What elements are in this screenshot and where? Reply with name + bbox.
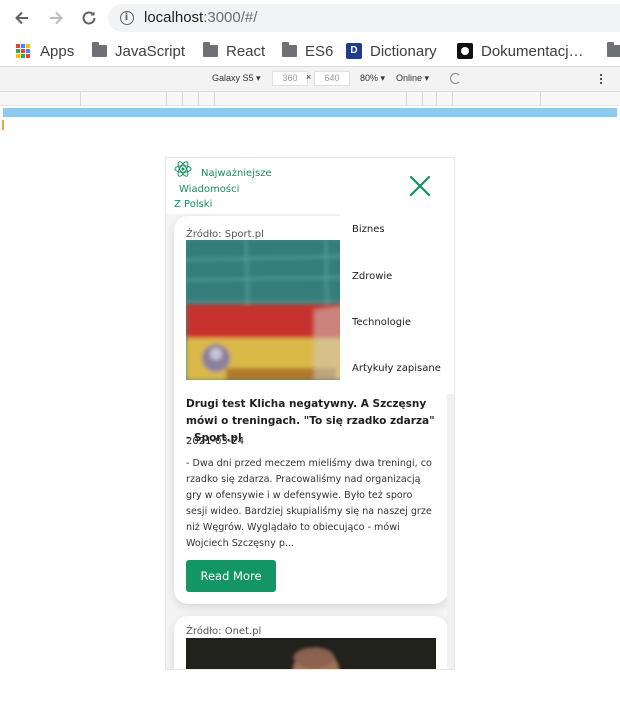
dictionary-icon: D (346, 43, 362, 59)
menu-item-technologie[interactable]: Technologie (352, 317, 411, 328)
atom-logo-icon[interactable] (174, 160, 192, 178)
url-text: localhost:3000/#/ (144, 9, 258, 26)
folder-icon (607, 42, 620, 57)
apps-grid-icon (16, 44, 30, 58)
article-image[interactable] (186, 638, 436, 669)
bookmark-dictionary[interactable]: D Dictionary (346, 41, 437, 61)
height-input[interactable]: 640 (314, 71, 350, 86)
address-bar[interactable]: localhost:3000/#/ (108, 4, 620, 32)
brand-line-3[interactable]: Z Polski (174, 199, 212, 210)
article-source: Źródło: Sport.pl (186, 229, 264, 240)
article-card: Źródło: Onet.pl (174, 616, 448, 669)
app-header: Najważniejsze Wiadomości Z Polski (166, 158, 454, 214)
info-icon[interactable] (120, 11, 134, 25)
close-icon[interactable] (408, 174, 432, 198)
menu-item-saved-articles[interactable]: Artykuły zapisane (352, 363, 441, 374)
read-more-button[interactable]: Read More (186, 560, 276, 592)
network-select[interactable]: Online ▾ (396, 73, 429, 84)
brand-line-1[interactable]: Najważniejsze (201, 168, 272, 179)
bookmark-es6[interactable]: ES6 (282, 41, 333, 61)
device-frame: Źródło: Sport.pl Drugi test Klicha negat… (165, 157, 455, 670)
device-select[interactable]: Galaxy S5 ▾ (212, 73, 261, 84)
article-date: 2021-03-24 (186, 436, 245, 447)
media-query-marker[interactable] (2, 120, 4, 130)
bookmark-dokumentacja[interactable]: Dokumentacj… (457, 41, 584, 61)
back-icon[interactable] (12, 8, 32, 28)
scrollbar[interactable] (447, 394, 454, 669)
media-query-bar[interactable] (3, 108, 617, 117)
nav-menu: Biznes Zdrowie Technologie Artykuły zapi… (340, 212, 454, 394)
more-options-icon[interactable] (600, 72, 604, 86)
width-input[interactable]: 360 (272, 71, 308, 86)
menu-item-biznes[interactable]: Biznes (352, 224, 385, 235)
dokumentacja-icon (457, 43, 473, 59)
media-query-ruler (0, 92, 620, 106)
bookmark-apps[interactable]: Apps (16, 41, 74, 61)
brand-line-2[interactable]: Wiadomości (179, 184, 239, 195)
folder-icon (282, 42, 297, 57)
bookmarks-bar: Apps JavaScript React ES6 D Dictionary D… (0, 36, 620, 66)
reload-icon[interactable] (79, 8, 99, 28)
zoom-select[interactable]: 80% ▾ (360, 73, 385, 84)
article-description: - Dwa dni przed meczem mieliśmy dwa tren… (186, 458, 432, 549)
bookmark-javascript[interactable]: JavaScript (92, 41, 185, 61)
folder-icon (92, 42, 107, 57)
browser-toolbar: localhost:3000/#/ (0, 0, 620, 36)
dimension-separator: × (306, 72, 312, 82)
forward-icon[interactable] (46, 8, 66, 28)
bookmark-overflow[interactable] (607, 41, 620, 61)
article-source: Źródło: Onet.pl (186, 626, 262, 637)
menu-item-zdrowie[interactable]: Zdrowie (352, 271, 392, 282)
folder-icon (203, 42, 218, 57)
device-toolbar: Galaxy S5 ▾ 360 × 640 80% ▾ Online ▾ (0, 66, 620, 92)
bookmark-react[interactable]: React (203, 41, 265, 61)
rotate-icon[interactable] (450, 73, 461, 84)
